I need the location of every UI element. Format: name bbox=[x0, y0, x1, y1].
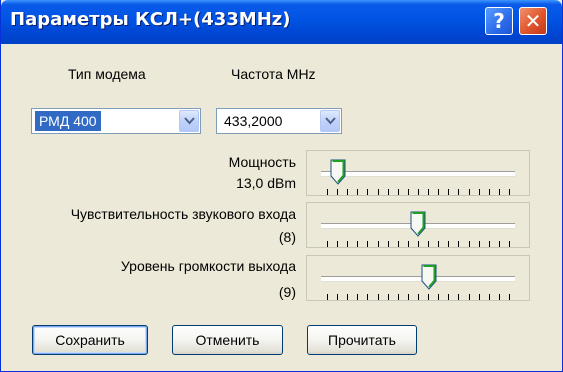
slider-tick bbox=[407, 241, 409, 247]
power-value: 13,0 dBm bbox=[236, 175, 296, 191]
slider-tick bbox=[428, 294, 430, 300]
slider-tick bbox=[438, 294, 440, 300]
save-button[interactable]: Сохранить bbox=[32, 325, 148, 355]
slider-tick bbox=[367, 294, 369, 300]
output-volume-slider-thumb[interactable] bbox=[421, 264, 437, 290]
frequency-label: Частота MHz bbox=[231, 66, 316, 82]
slider-tick bbox=[498, 294, 500, 300]
slider-tick bbox=[448, 241, 450, 247]
slider-tick bbox=[438, 241, 440, 247]
slider-tick bbox=[478, 241, 480, 247]
input-sensitivity-slider-ticks bbox=[327, 241, 510, 247]
slider-tick bbox=[509, 189, 510, 195]
slider-tick bbox=[448, 189, 450, 195]
slider-tick bbox=[367, 241, 369, 247]
output-volume-slider-ticks bbox=[327, 294, 510, 300]
slider-tick bbox=[488, 241, 490, 247]
slider-tick bbox=[327, 241, 328, 247]
modem-type-dropdown-button[interactable] bbox=[179, 110, 199, 132]
frequency-select[interactable]: 433,2000 bbox=[216, 108, 342, 134]
slider-tick bbox=[337, 241, 339, 247]
output-volume-label: Уровень громкости выхода bbox=[120, 258, 296, 274]
input-sensitivity-label: Чувствительность звукового входа bbox=[70, 206, 296, 222]
cancel-button[interactable]: Отменить bbox=[172, 325, 283, 355]
slider-tick bbox=[458, 189, 460, 195]
modem-type-value: РМД 400 bbox=[35, 111, 101, 131]
slider-tick bbox=[357, 294, 359, 300]
slider-tick bbox=[428, 241, 430, 247]
chevron-down-icon bbox=[183, 117, 195, 125]
slider-tick bbox=[337, 189, 339, 195]
input-sensitivity-slider[interactable] bbox=[306, 202, 530, 248]
window-title: Параметры КСЛ+(433MHz) bbox=[10, 9, 291, 30]
slider-tick bbox=[407, 294, 409, 300]
slider-tick bbox=[397, 294, 399, 300]
frequency-value: 433,2000 bbox=[224, 113, 283, 129]
input-sensitivity-slider-thumb[interactable] bbox=[410, 211, 426, 237]
slider-tick bbox=[377, 241, 379, 247]
slider-tick bbox=[438, 189, 440, 195]
dialog-body: Тип модема Частота MHz РМД 400 433,2000 … bbox=[7, 44, 557, 366]
slider-tick bbox=[468, 189, 470, 195]
help-button[interactable]: ? bbox=[485, 7, 513, 35]
modem-type-label: Тип модема bbox=[68, 66, 146, 82]
slider-tick bbox=[498, 241, 500, 247]
output-volume-slider-track bbox=[321, 276, 515, 281]
output-volume-slider[interactable] bbox=[306, 255, 530, 301]
slider-tick bbox=[478, 294, 480, 300]
power-label: Мощность bbox=[228, 154, 296, 170]
read-button[interactable]: Прочитать bbox=[307, 325, 417, 355]
slider-tick bbox=[488, 294, 490, 300]
power-slider-track bbox=[321, 171, 515, 176]
slider-tick bbox=[458, 241, 460, 247]
slider-tick bbox=[377, 294, 379, 300]
slider-tick bbox=[337, 294, 339, 300]
slider-tick bbox=[347, 294, 349, 300]
power-slider-thumb[interactable] bbox=[330, 159, 346, 185]
chevron-down-icon bbox=[324, 117, 336, 125]
slider-tick bbox=[327, 294, 328, 300]
output-volume-value: (9) bbox=[278, 284, 296, 300]
slider-tick bbox=[418, 189, 419, 195]
slider-tick bbox=[448, 294, 450, 300]
help-icon: ? bbox=[493, 9, 505, 33]
slider-tick bbox=[418, 294, 419, 300]
slider-tick bbox=[387, 294, 389, 300]
slider-tick bbox=[387, 241, 389, 247]
slider-tick bbox=[407, 189, 409, 195]
modem-type-select[interactable]: РМД 400 bbox=[31, 108, 201, 134]
power-slider-ticks bbox=[327, 189, 510, 195]
dialog-window: Параметры КСЛ+(433MHz) ? ✕ Тип модема Ча… bbox=[0, 0, 563, 372]
slider-tick bbox=[327, 189, 328, 195]
slider-tick bbox=[397, 241, 399, 247]
slider-tick bbox=[468, 294, 470, 300]
slider-tick bbox=[367, 189, 369, 195]
power-slider[interactable] bbox=[306, 150, 530, 196]
slider-tick bbox=[387, 189, 389, 195]
title-bar[interactable]: Параметры КСЛ+(433MHz) ? ✕ bbox=[1, 0, 562, 44]
slider-tick bbox=[397, 189, 399, 195]
slider-tick bbox=[418, 241, 419, 247]
slider-tick bbox=[509, 294, 510, 300]
slider-tick bbox=[357, 241, 359, 247]
slider-tick bbox=[347, 241, 349, 247]
slider-tick bbox=[468, 241, 470, 247]
input-sensitivity-value: (8) bbox=[278, 229, 296, 245]
close-button[interactable]: ✕ bbox=[519, 7, 547, 35]
slider-tick bbox=[357, 189, 359, 195]
frequency-dropdown-button[interactable] bbox=[320, 110, 340, 132]
slider-tick bbox=[509, 241, 510, 247]
slider-tick bbox=[488, 189, 490, 195]
slider-tick bbox=[377, 189, 379, 195]
slider-tick bbox=[428, 189, 430, 195]
slider-tick bbox=[478, 189, 480, 195]
slider-tick bbox=[458, 294, 460, 300]
slider-tick bbox=[498, 189, 500, 195]
slider-tick bbox=[347, 189, 349, 195]
close-icon: ✕ bbox=[524, 9, 542, 33]
